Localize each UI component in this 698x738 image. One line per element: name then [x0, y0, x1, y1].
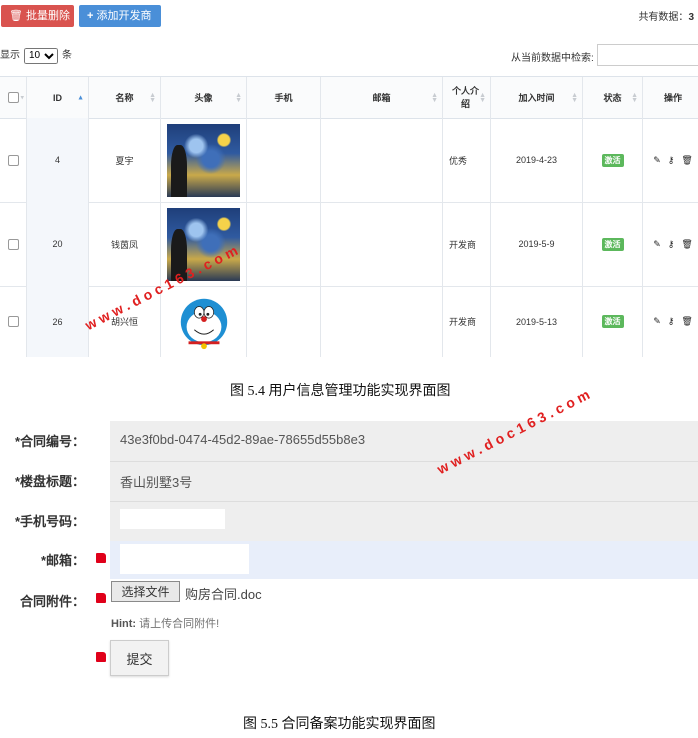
key-icon[interactable]: ⚷: [668, 239, 675, 250]
row-name: 夏宇: [89, 118, 161, 202]
col-joined[interactable]: 加入时间 ▲ ▼: [491, 77, 583, 118]
row-id: 4: [27, 118, 89, 202]
table-row: 20 钱茵凤 开发商 2019-5-9 激活 ✎ ⚷ 🗑: [0, 202, 698, 287]
contract-no-label: *合同编号：: [14, 434, 85, 449]
row-phone: [247, 286, 321, 357]
status-badge: 激活: [601, 153, 624, 167]
col-actions: 操作: [663, 93, 682, 103]
col-name[interactable]: 名称 ▲ ▼: [89, 77, 161, 118]
trash-icon[interactable]: 🗑: [681, 239, 692, 250]
submit-button[interactable]: 提交: [110, 640, 169, 676]
table-row: 4 夏宇 优秀 2019-4-23 激活 ✎ ⚷ 🗑: [0, 118, 698, 203]
edit-icon[interactable]: ✎: [653, 155, 661, 166]
col-avatar[interactable]: 头像 ▲ ▼: [161, 77, 247, 118]
row-phone: [247, 202, 321, 286]
total-count: 共有数据：3: [638, 12, 694, 23]
trash-icon[interactable]: 🗑: [681, 316, 692, 327]
row-joined: 2019-5-9: [491, 202, 583, 286]
page-length-control: 显示 10 条: [0, 46, 72, 64]
edit-icon[interactable]: ✎: [653, 239, 661, 250]
title-label: *楼盘标题：: [14, 474, 85, 489]
add-developer-button[interactable]: + 添加开发商: [79, 5, 161, 27]
row-intro: 开发商: [443, 286, 491, 357]
col-intro[interactable]: 个人介绍 ▲ ▼: [443, 77, 491, 118]
attachment-label: 合同附件：: [19, 594, 85, 609]
choose-file-button[interactable]: 选择文件: [111, 581, 180, 602]
row-email: [321, 118, 443, 202]
email-field[interactable]: [120, 544, 249, 574]
title-row: [110, 461, 698, 502]
figure-caption-5-5: 图 5.5 合同备案功能实现界面图: [243, 717, 436, 732]
attachment-hint: Hint: 请上传合同附件!: [111, 618, 220, 630]
row-email: [321, 202, 443, 286]
row-joined: 2019-5-13: [491, 286, 583, 357]
figure-caption-5-4: 图 5.4 用户信息管理功能实现界面图: [230, 384, 451, 399]
select-all-checkbox-cell: ▾: [0, 77, 27, 118]
row-email: [321, 286, 443, 357]
search-label: 从当前数据中检索:: [511, 53, 594, 64]
trash-icon[interactable]: 🗑: [681, 155, 692, 166]
required-flag-icon: [96, 652, 106, 662]
status-badge: 激活: [601, 237, 624, 251]
row-phone: [247, 118, 321, 202]
phone-field[interactable]: [120, 509, 225, 529]
plus-icon: +: [87, 10, 94, 22]
key-icon[interactable]: ⚷: [668, 155, 675, 166]
contract-no-field[interactable]: 43e3f0bd-0474-45d2-89ae-78655d55b8e3: [120, 432, 365, 447]
search-input[interactable]: [597, 44, 698, 66]
title-field[interactable]: 香山别墅3号: [120, 472, 192, 491]
row-intro: 优秀: [443, 118, 491, 202]
trash-icon: 🗑: [9, 10, 23, 22]
row-id: 20: [27, 202, 89, 286]
file-name: 购房合同.doc: [185, 587, 262, 602]
row-checkbox[interactable]: [7, 238, 19, 250]
col-email[interactable]: 邮箱 ▲ ▼: [321, 77, 443, 118]
col-id[interactable]: ID ▲: [27, 77, 89, 118]
row-intro: 开发商: [443, 202, 491, 286]
phone-label: *手机号码：: [14, 514, 85, 529]
key-icon[interactable]: ⚷: [668, 316, 675, 327]
status-badge: 激活: [601, 315, 624, 328]
row-name: 钱茵凤: [89, 202, 161, 286]
required-flag-icon: [96, 553, 106, 563]
row-joined: 2019-4-23: [491, 118, 583, 202]
col-status[interactable]: 状态 ▲ ▼: [583, 77, 643, 118]
row-checkbox[interactable]: [7, 316, 19, 327]
doraemon-avatar-image: [180, 298, 227, 349]
email-label: *邮箱：: [40, 553, 85, 568]
row-checkbox[interactable]: [7, 154, 19, 166]
select-all-checkbox[interactable]: [7, 92, 19, 103]
required-flag-icon: [96, 593, 106, 603]
page-length-select[interactable]: 10: [24, 47, 58, 64]
avatar-image: [167, 123, 240, 197]
edit-icon[interactable]: ✎: [653, 316, 661, 327]
col-phone[interactable]: 手机: [247, 77, 321, 118]
row-id: 26: [27, 286, 89, 357]
table-header: ▾ ID ▲ 名称 ▲ ▼ 头像 ▲ ▼ 手机 邮箱 ▲ ▼ 个人介绍 ▲ ▼ 加入时间 ▲ ▼ 状态…: [0, 77, 698, 119]
batch-delete-button[interactable]: 🗑 批量删除: [1, 5, 74, 27]
